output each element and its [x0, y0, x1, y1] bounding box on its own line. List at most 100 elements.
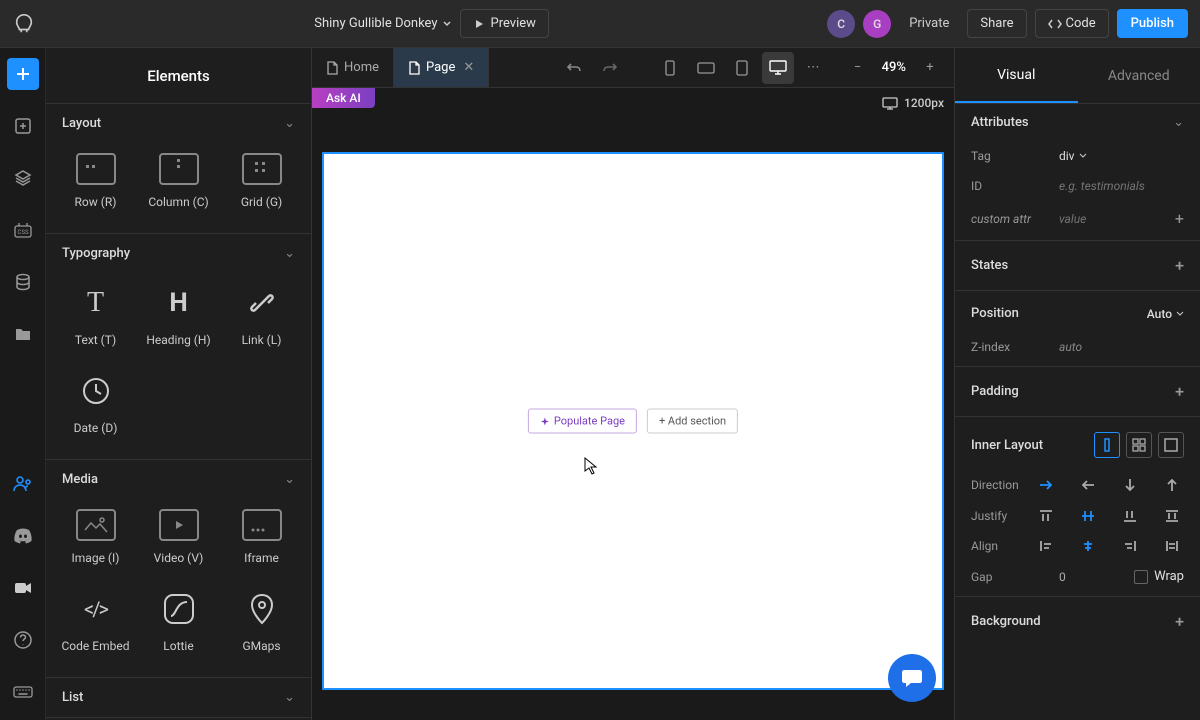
section-list-header[interactable]: List ⌄ [46, 678, 311, 717]
element-text[interactable]: T Text (T) [56, 273, 135, 357]
add-state-button[interactable]: + [1175, 256, 1184, 275]
share-button[interactable]: Share [967, 9, 1026, 38]
background-section-header[interactable]: Background + [955, 601, 1200, 642]
add-attr-button[interactable]: + [1175, 209, 1184, 228]
layout-mode-block[interactable] [1158, 432, 1184, 458]
section-media-header[interactable]: Media ⌄ [46, 460, 311, 499]
toolrail-assets[interactable] [7, 318, 39, 350]
publish-button[interactable]: Publish [1117, 9, 1188, 38]
align-end[interactable] [1118, 539, 1142, 553]
element-heading[interactable]: H Heading (H) [139, 273, 218, 357]
padding-section-header[interactable]: Padding + [955, 371, 1200, 412]
direction-right[interactable] [1034, 477, 1058, 493]
toolrail-database[interactable] [7, 266, 39, 298]
justify-start[interactable] [1034, 509, 1058, 523]
toolrail-add[interactable] [7, 58, 39, 90]
tag-dropdown[interactable]: div [1059, 149, 1087, 163]
element-gmaps[interactable]: GMaps [222, 579, 301, 663]
toolrail-insert[interactable] [7, 110, 39, 142]
tab-home[interactable]: Home [312, 48, 394, 87]
layout-mode-grid[interactable] [1126, 432, 1152, 458]
add-section-button[interactable]: + Add section [647, 409, 738, 434]
element-column[interactable]: Column (C) [139, 143, 218, 219]
element-iframe[interactable]: Iframe [222, 499, 301, 575]
populate-page-button[interactable]: Populate Page [528, 409, 637, 434]
toolrail-layers[interactable] [7, 162, 39, 194]
element-lottie[interactable]: Lottie [139, 579, 218, 663]
add-background-button[interactable]: + [1175, 612, 1184, 631]
viewport-tablet[interactable] [726, 52, 758, 84]
toolrail-users[interactable] [7, 468, 39, 500]
mouse-cursor-icon [584, 457, 598, 475]
direction-label: Direction [971, 478, 1026, 492]
align-label: Align [971, 539, 1026, 553]
preview-button[interactable]: Preview [460, 9, 549, 38]
zoom-out-button[interactable]: − [842, 52, 874, 84]
toolrail-video[interactable] [7, 572, 39, 604]
toolrail-css[interactable]: CSS [7, 214, 39, 246]
logo-icon[interactable] [12, 12, 36, 36]
position-section-header[interactable]: Position Auto [955, 295, 1200, 332]
layout-mode-flex[interactable] [1094, 432, 1120, 458]
toolrail-keyboard[interactable] [7, 676, 39, 708]
direction-down[interactable] [1118, 477, 1142, 493]
avatar-user-c[interactable]: C [827, 10, 855, 38]
code-label: Code [1066, 16, 1096, 31]
play-icon [473, 18, 485, 30]
element-video[interactable]: Video (V) [139, 499, 218, 575]
element-row[interactable]: Row (R) [56, 143, 135, 219]
direction-up[interactable] [1160, 477, 1184, 493]
id-input[interactable] [1059, 179, 1159, 193]
zoom-in-button[interactable]: + [914, 52, 946, 84]
element-grid[interactable]: Grid (G) [222, 143, 301, 219]
redo-button[interactable] [594, 52, 626, 84]
zindex-value[interactable]: auto [1059, 340, 1082, 354]
tab-page[interactable]: Page ✕ [394, 48, 489, 87]
project-name-dropdown[interactable]: Shiny Gullible Donkey [314, 16, 451, 31]
canvas-width-indicator: 1200px [882, 96, 944, 110]
add-padding-button[interactable]: + [1175, 382, 1184, 401]
avatar-user-g[interactable]: G [863, 10, 891, 38]
file-icon [326, 61, 338, 75]
zoom-level[interactable]: 49% [876, 60, 912, 75]
element-link[interactable]: Link (L) [222, 273, 301, 357]
topbar: Shiny Gullible Donkey Preview C G Privat… [0, 0, 1200, 48]
private-button[interactable]: Private [899, 10, 959, 37]
toolrail-help[interactable] [7, 624, 39, 656]
ask-ai-button[interactable]: Ask AI [312, 88, 375, 108]
panel-title: Elements [46, 48, 311, 104]
viewport-mobile[interactable] [654, 52, 686, 84]
custom-attr-value-input[interactable] [1059, 212, 1159, 226]
element-code-embed[interactable]: </> Code Embed [56, 579, 135, 663]
element-image[interactable]: Image (I) [56, 499, 135, 575]
tag-label: Tag [971, 149, 1051, 163]
section-layout-header[interactable]: Layout ⌄ [46, 104, 311, 143]
undo-button[interactable] [558, 52, 590, 84]
align-stretch[interactable] [1160, 539, 1184, 553]
position-dropdown[interactable]: Auto [1147, 307, 1184, 321]
justify-between[interactable] [1160, 509, 1184, 523]
code-button[interactable]: Code [1035, 9, 1109, 38]
tab-advanced[interactable]: Advanced [1078, 48, 1200, 103]
attributes-section-header[interactable]: Attributes ⌄ [955, 104, 1200, 141]
viewport-desktop[interactable] [762, 52, 794, 84]
close-icon[interactable]: ✕ [463, 60, 474, 75]
justify-center[interactable] [1076, 509, 1100, 523]
more-viewports[interactable]: ⋯ [798, 52, 830, 84]
tab-visual[interactable]: Visual [955, 48, 1078, 103]
section-typography-header[interactable]: Typography ⌄ [46, 234, 311, 273]
chat-fab[interactable] [888, 654, 936, 702]
justify-end[interactable] [1118, 509, 1142, 523]
gap-label: Gap [971, 570, 1051, 584]
align-center[interactable] [1076, 539, 1100, 553]
direction-left[interactable] [1076, 477, 1100, 493]
align-start[interactable] [1034, 539, 1058, 553]
toolrail-discord[interactable] [7, 520, 39, 552]
states-section-header[interactable]: States + [955, 245, 1200, 286]
canvas[interactable]: Populate Page + Add section [322, 152, 944, 690]
gap-input[interactable] [1059, 570, 1089, 584]
element-date[interactable]: Date (D) [56, 361, 135, 445]
chevron-down-icon [1176, 310, 1184, 318]
wrap-checkbox[interactable] [1134, 570, 1148, 584]
viewport-tablet-landscape[interactable] [690, 52, 722, 84]
